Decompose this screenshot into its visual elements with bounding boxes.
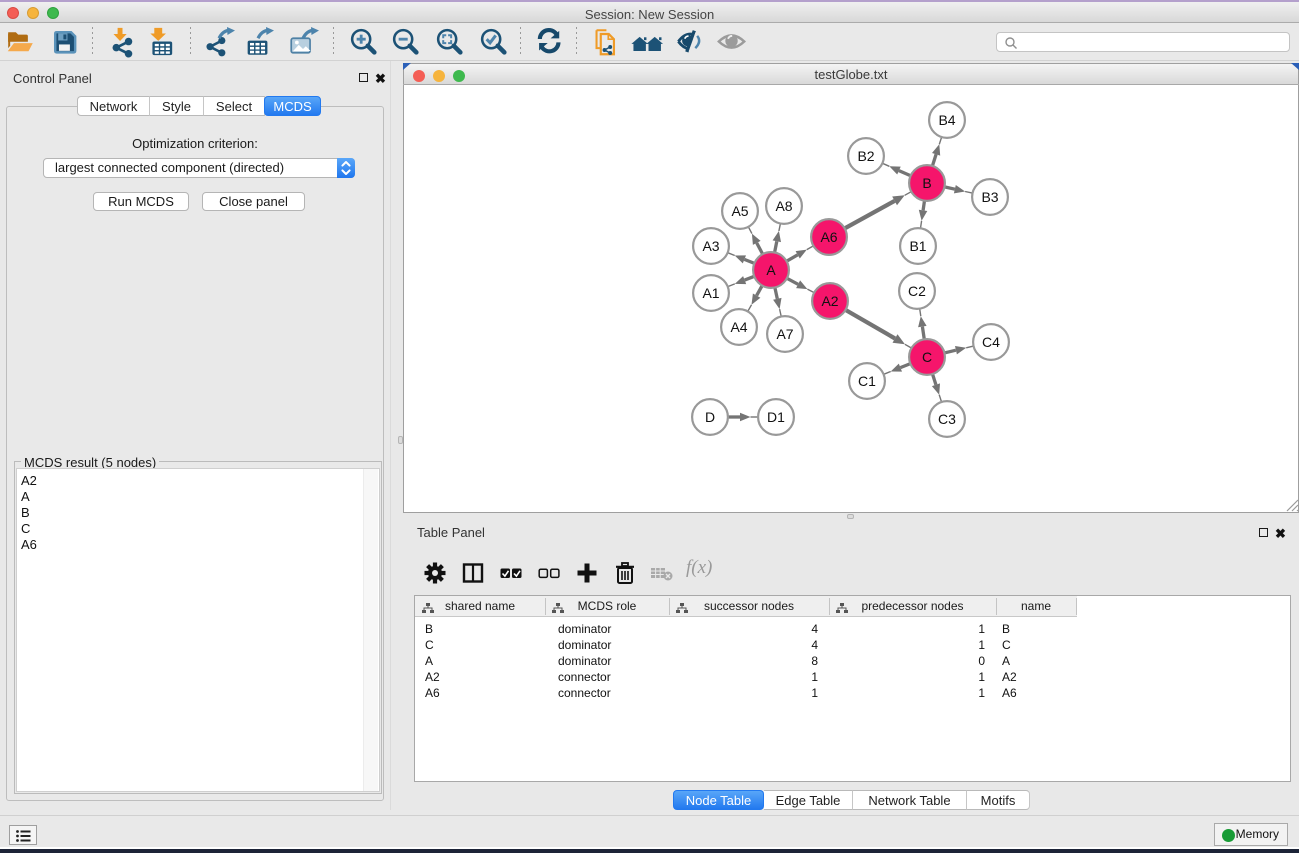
svg-text:A5: A5 [731, 203, 748, 219]
svg-text:A3: A3 [702, 238, 719, 254]
svg-text:C3: C3 [938, 411, 956, 427]
svg-text:C1: C1 [858, 373, 876, 389]
svg-text:C: C [921, 349, 931, 365]
svg-text:A6: A6 [820, 229, 837, 245]
svg-text:C4: C4 [982, 334, 1000, 350]
svg-text:A7: A7 [776, 326, 793, 342]
svg-text:B2: B2 [857, 148, 874, 164]
svg-text:B4: B4 [938, 112, 955, 128]
svg-text:A8: A8 [775, 198, 792, 214]
svg-text:A1: A1 [702, 285, 719, 301]
svg-text:B3: B3 [981, 189, 998, 205]
svg-text:D1: D1 [767, 409, 785, 425]
svg-text:B: B [922, 175, 931, 191]
svg-text:B1: B1 [909, 238, 926, 254]
svg-text:A: A [766, 262, 776, 278]
svg-text:A4: A4 [730, 319, 747, 335]
svg-text:C2: C2 [908, 283, 926, 299]
svg-text:D: D [704, 409, 714, 425]
svg-text:A2: A2 [821, 293, 838, 309]
